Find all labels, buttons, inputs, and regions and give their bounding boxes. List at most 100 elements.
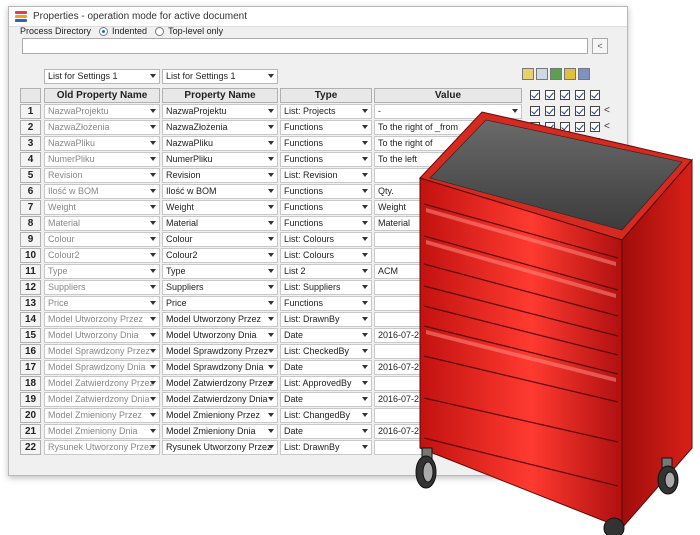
chevron-down-icon (362, 365, 368, 369)
header-checkbox-1[interactable] (530, 90, 540, 100)
type-select[interactable]: Date (280, 392, 372, 407)
property-name-select[interactable]: NazwaZłożenia (162, 120, 278, 135)
old-property-select[interactable]: Revision (44, 168, 160, 183)
old-property-select[interactable]: Model Utworzony Dnia (44, 328, 160, 343)
property-name-select[interactable]: Material (162, 216, 278, 231)
top-level-radio[interactable] (155, 26, 165, 36)
old-property-select[interactable]: NazwaProjektu (44, 104, 160, 119)
old-property-select[interactable]: Model Sprawdzony Przez (44, 344, 160, 359)
property-name-select[interactable]: Ilość w BOM (162, 184, 278, 199)
old-property-select[interactable]: Model Utworzony Przez (44, 312, 160, 327)
property-name-select[interactable]: Model Utworzony Dnia (162, 328, 278, 343)
property-name-select[interactable]: Colour (162, 232, 278, 247)
property-name-select[interactable]: Type (162, 264, 278, 279)
col-property-name: Property Name (162, 88, 278, 103)
grid-icon[interactable] (578, 68, 590, 80)
gear-icon[interactable] (522, 68, 534, 80)
old-property-value: Weight (48, 202, 76, 212)
property-name-select[interactable]: NazwaProjektu (162, 104, 278, 119)
type-select[interactable]: List: CheckedBy (280, 344, 372, 359)
property-name-select[interactable]: Model Zmieniony Przez (162, 408, 278, 423)
type-select[interactable]: Date (280, 424, 372, 439)
property-name-select[interactable]: Colour2 (162, 248, 278, 263)
list-settings-right-select[interactable]: List for Settings 1 (162, 69, 278, 84)
old-property-select[interactable]: Price (44, 296, 160, 311)
property-name-select[interactable]: Model Zatwierdzony Dnia (162, 392, 278, 407)
old-property-value: Model Zmieniony Dnia (48, 426, 138, 436)
type-value: List: Revision (284, 170, 338, 180)
old-property-select[interactable]: Model Zatwierdzony Przez (44, 376, 160, 391)
old-property-select[interactable]: Weight (44, 200, 160, 215)
type-select[interactable]: List: Colours (280, 248, 372, 263)
property-name-value: Model Sprawdzony Przez (166, 346, 269, 356)
type-select[interactable]: List 2 (280, 264, 372, 279)
old-property-select[interactable]: Type (44, 264, 160, 279)
chevron-down-icon (268, 189, 274, 193)
chevron-down-icon (268, 413, 274, 417)
old-property-select[interactable]: Material (44, 216, 160, 231)
type-select[interactable]: Date (280, 328, 372, 343)
indented-radio[interactable] (99, 26, 109, 36)
header-checkbox-4[interactable] (575, 90, 585, 100)
type-select[interactable]: List: ApprovedBy (280, 376, 372, 391)
type-select[interactable]: Functions (280, 152, 372, 167)
type-select[interactable]: Functions (280, 200, 372, 215)
old-property-select[interactable]: Colour2 (44, 248, 160, 263)
header-checkbox-5[interactable] (590, 90, 600, 100)
old-property-select[interactable]: Model Sprawdzony Dnia (44, 360, 160, 375)
type-select[interactable]: Functions (280, 136, 372, 151)
type-value: List: DrawnBy (284, 442, 340, 452)
property-name-select[interactable]: Weight (162, 200, 278, 215)
old-property-select[interactable]: NumerPliku (44, 152, 160, 167)
type-select[interactable]: List: DrawnBy (280, 312, 372, 327)
excel-icon[interactable] (550, 68, 562, 80)
property-name-select[interactable]: Model Zatwierdzony Przez (162, 376, 278, 391)
property-name-select[interactable]: Model Utworzony Przez (162, 312, 278, 327)
property-name-select[interactable]: Suppliers (162, 280, 278, 295)
type-select[interactable]: List: ChangedBy (280, 408, 372, 423)
list-settings-left-select[interactable]: List for Settings 1 (44, 69, 160, 84)
property-name-select[interactable]: NazwaPliku (162, 136, 278, 151)
type-select[interactable]: Functions (280, 296, 372, 311)
type-select[interactable]: List: Colours (280, 232, 372, 247)
type-select[interactable]: Functions (280, 184, 372, 199)
old-property-select[interactable]: Rysunek Utworzony Przez (44, 440, 160, 455)
type-select[interactable]: Functions (280, 216, 372, 231)
property-name-value: Colour2 (166, 250, 198, 260)
property-name-select[interactable]: NumerPliku (162, 152, 278, 167)
chevron-down-icon (268, 301, 274, 305)
header-checkbox-3[interactable] (560, 90, 570, 100)
property-name-select[interactable]: Price (162, 296, 278, 311)
type-select[interactable]: List: DrawnBy (280, 440, 372, 455)
settings-icon[interactable] (564, 68, 576, 80)
type-select[interactable]: List: Revision (280, 168, 372, 183)
type-select[interactable]: Functions (280, 120, 372, 135)
old-property-select[interactable]: Suppliers (44, 280, 160, 295)
type-select[interactable]: Date (280, 360, 372, 375)
old-property-select[interactable]: NazwaZłożenia (44, 120, 160, 135)
old-property-select[interactable]: NazwaPliku (44, 136, 160, 151)
chevron-down-icon (268, 349, 274, 353)
old-property-select[interactable]: Model Zatwierdzony Dnia (44, 392, 160, 407)
indented-label: Indented (112, 26, 148, 36)
header-checkbox-2[interactable] (545, 90, 555, 100)
property-name-select[interactable]: Model Sprawdzony Dnia (162, 360, 278, 375)
type-select[interactable]: List: Projects (280, 104, 372, 119)
old-property-select[interactable]: Colour (44, 232, 160, 247)
old-property-select[interactable]: Model Zmieniony Dnia (44, 424, 160, 439)
directory-path-input[interactable] (22, 38, 588, 54)
row-number: 8 (20, 216, 41, 231)
property-name-select[interactable]: Revision (162, 168, 278, 183)
old-property-value: Material (48, 218, 81, 228)
old-property-select[interactable]: Ilość w BOM (44, 184, 160, 199)
property-name-select[interactable]: Model Zmieniony Dnia (162, 424, 278, 439)
chevron-down-icon (362, 429, 368, 433)
property-name-select[interactable]: Rysunek Utworzony Przez (162, 440, 278, 455)
chevron-down-icon (268, 285, 274, 289)
browse-button[interactable]: < (592, 38, 608, 54)
property-name-select[interactable]: Model Sprawdzony Przez (162, 344, 278, 359)
copy-icon[interactable] (536, 68, 548, 80)
old-property-select[interactable]: Model Zmieniony Przez (44, 408, 160, 423)
chevron-down-icon (268, 381, 274, 385)
type-select[interactable]: List: Suppliers (280, 280, 372, 295)
